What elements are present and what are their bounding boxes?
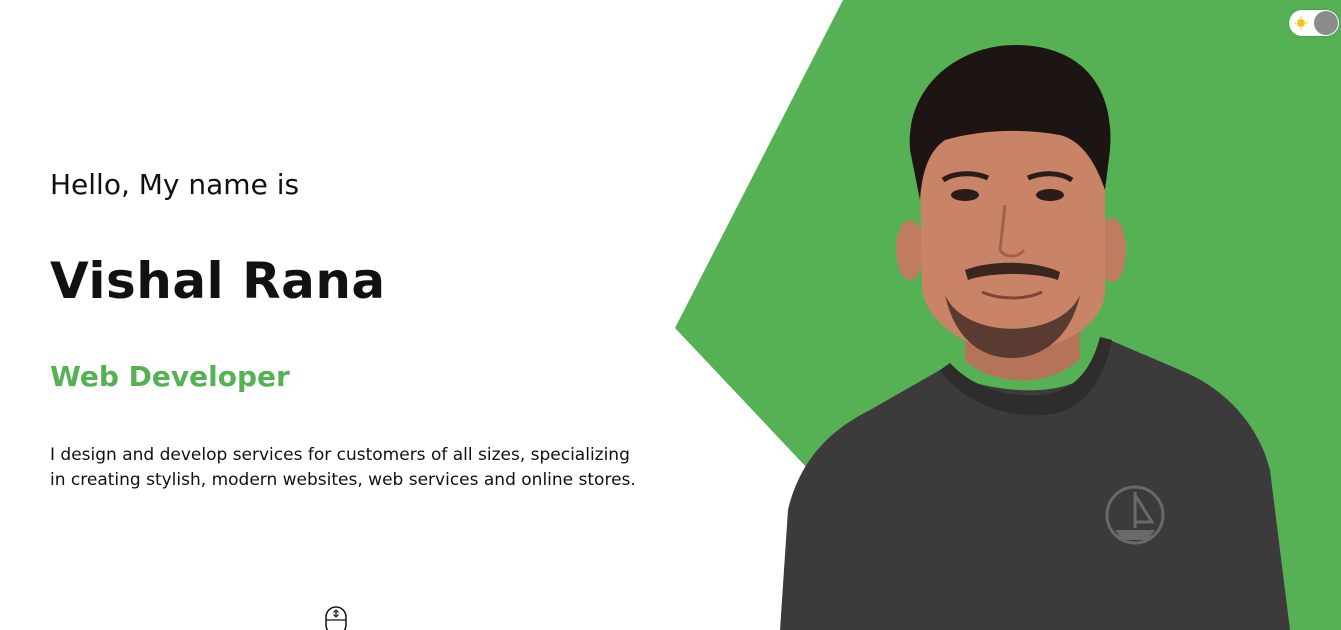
mouse-scroll-icon	[325, 606, 347, 630]
theme-toggle[interactable]	[1289, 10, 1339, 36]
job-title: Web Developer	[50, 360, 290, 393]
sun-icon	[1294, 16, 1308, 30]
hero-section: Hello, My name is Vishal Rana Web Develo…	[0, 0, 1341, 630]
intro-description: I design and develop services for custom…	[50, 445, 636, 490]
greeting-text: Hello, My name is	[50, 168, 300, 201]
toggle-knob	[1314, 11, 1338, 35]
person-name: Vishal Rana	[50, 252, 386, 310]
scroll-down-button[interactable]	[325, 606, 347, 630]
profile-photo	[780, 45, 1290, 630]
